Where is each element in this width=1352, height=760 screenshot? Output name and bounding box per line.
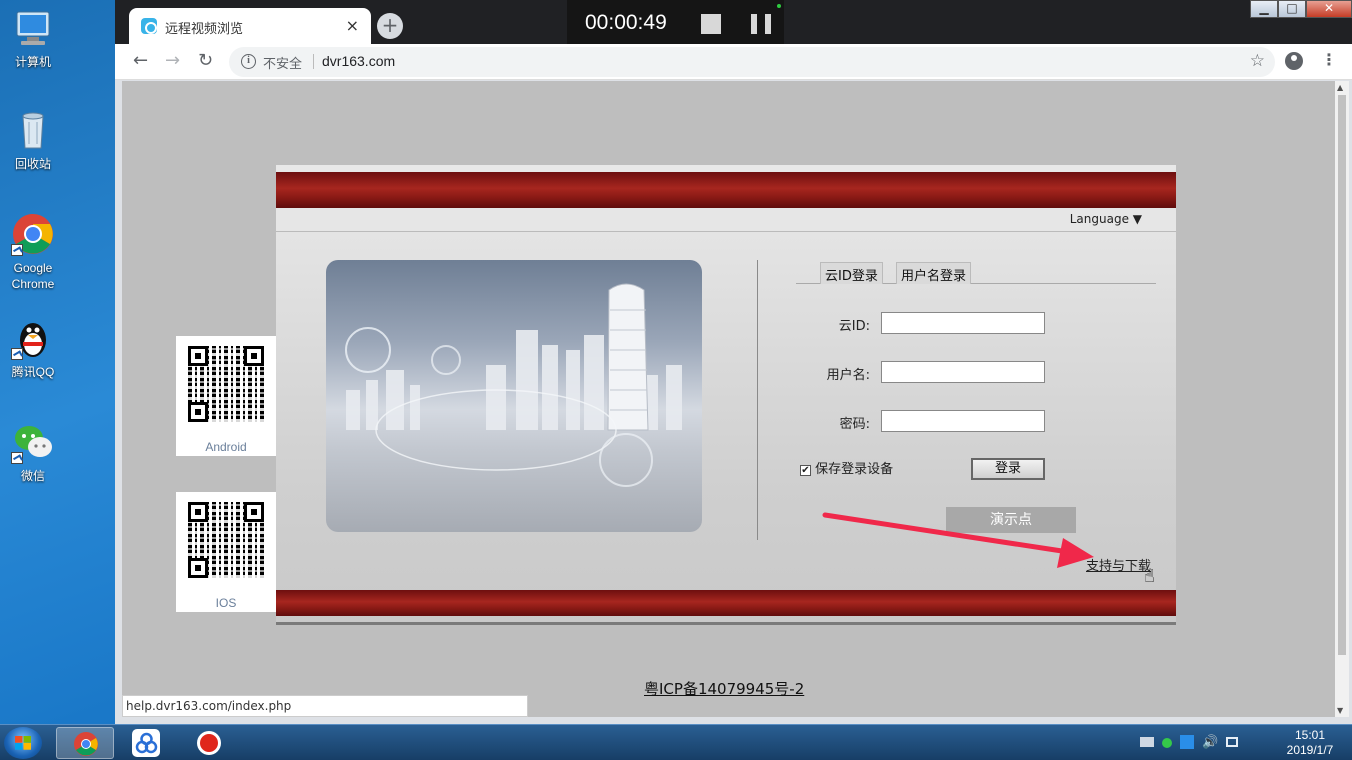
menu-kebab-icon[interactable]: ⋮ — [1321, 50, 1337, 69]
system-tray: 🔊 — [1140, 735, 1238, 750]
icp-license-link[interactable]: 粤ICP备14079945号-2 — [644, 678, 804, 699]
desktop-icon-wechat[interactable]: 微信 — [2, 420, 64, 484]
tray-app-icon[interactable] — [1180, 735, 1194, 749]
omnibox-separator — [313, 54, 314, 69]
app-icon — [132, 729, 160, 757]
stop-icon[interactable] — [701, 14, 721, 34]
desktop-icon-qq[interactable]: 腾讯QQ — [2, 316, 64, 380]
screen-recorder-bar: 00:00:49 — [567, 0, 784, 46]
tab-close-icon[interactable]: × — [346, 16, 359, 35]
scroll-thumb[interactable] — [1338, 95, 1346, 655]
qq-penguin-icon — [11, 316, 55, 360]
hand-cursor-icon: ☝ — [1144, 566, 1155, 587]
minimize-button[interactable]: ▁ — [1250, 0, 1278, 18]
recording-indicator-icon — [777, 4, 781, 8]
taskbar-app-blue[interactable] — [118, 727, 176, 759]
taskbar-clock[interactable]: 15:01 2019/1/7 — [1272, 728, 1348, 758]
keyboard-icon[interactable] — [1140, 737, 1154, 747]
site-favicon-icon — [141, 18, 157, 34]
wechat-icon — [11, 420, 55, 464]
taskbar-recorder[interactable] — [180, 727, 238, 759]
chrome-icon — [11, 212, 55, 256]
desktop-icon-label: Google Chrome — [11, 261, 55, 291]
shortcut-arrow-icon — [11, 452, 23, 464]
taskbar: 🔊 15:01 2019/1/7 — [0, 724, 1352, 760]
clock-time: 15:01 — [1294, 728, 1326, 742]
record-icon — [197, 731, 221, 755]
bookmark-star-icon[interactable]: ☆ — [1250, 51, 1265, 71]
desktop-icon-label: 微信 — [20, 469, 45, 483]
tab-title: 远程视频浏览 — [165, 22, 244, 37]
new-tab-button[interactable]: + — [377, 13, 403, 39]
info-icon[interactable]: i — [241, 54, 256, 69]
desktop-icon-label: 计算机 — [14, 55, 51, 69]
desktop-icon-label: 回收站 — [14, 157, 51, 171]
desktop-icon-computer[interactable]: 计算机 — [2, 6, 64, 70]
account-icon[interactable] — [1285, 52, 1303, 70]
browser-window: 远程视频浏览 × + 00:00:49 ▁ □ ✕ ← → ↻ i 不安全 dv… — [115, 0, 1352, 724]
shortcut-arrow-icon — [11, 244, 23, 256]
taskbar-chrome[interactable] — [56, 727, 114, 759]
address-bar[interactable]: i 不安全 dvr163.com ☆ — [229, 47, 1275, 77]
window-controls: ▁ □ ✕ — [1250, 0, 1352, 18]
scroll-up-icon[interactable]: ▲ — [1337, 83, 1343, 92]
scroll-down-icon[interactable]: ▼ — [1337, 706, 1343, 715]
computer-icon — [11, 6, 55, 50]
network-status-icon[interactable] — [1162, 738, 1172, 748]
back-arrow-icon[interactable]: ← — [133, 50, 148, 72]
tab-strip: 远程视频浏览 × + 00:00:49 ▁ □ ✕ — [115, 0, 1352, 46]
url-text[interactable]: dvr163.com — [322, 53, 395, 69]
desktop-icon-recycle-bin[interactable]: 回收站 — [2, 108, 64, 172]
network-icon[interactable] — [1226, 737, 1238, 747]
shortcut-arrow-icon — [11, 348, 23, 360]
browser-tab[interactable]: 远程视频浏览 × — [129, 8, 371, 44]
clock-date: 2019/1/7 — [1286, 743, 1334, 757]
browser-toolbar: ← → ↻ i 不安全 dvr163.com ☆ ⋮ — [115, 44, 1352, 80]
maximize-button[interactable]: □ — [1278, 0, 1306, 18]
annotation-arrow — [822, 512, 1094, 568]
chrome-icon — [74, 732, 98, 756]
forward-arrow-icon[interactable]: → — [165, 50, 180, 72]
status-bar-url: help.dvr163.com/index.php — [122, 695, 528, 717]
recorder-timer: 00:00:49 — [585, 11, 667, 34]
page-scrollbar[interactable]: ▲ ▼ — [1335, 81, 1349, 717]
security-status: 不安全 — [263, 57, 303, 72]
start-button[interactable] — [4, 727, 42, 759]
page-viewport: Android IOS Language ▼ 云ID登录 用户名登录 云ID: … — [122, 81, 1335, 717]
desktop-icon-label: 腾讯QQ — [11, 365, 55, 379]
desktop-icon-chrome[interactable]: Google Chrome — [2, 212, 64, 292]
reload-icon[interactable]: ↻ — [198, 50, 213, 72]
close-window-button[interactable]: ✕ — [1306, 0, 1352, 18]
pause-icon[interactable] — [751, 14, 771, 34]
volume-icon[interactable]: 🔊 — [1202, 735, 1218, 750]
recycle-bin-icon — [11, 108, 55, 152]
